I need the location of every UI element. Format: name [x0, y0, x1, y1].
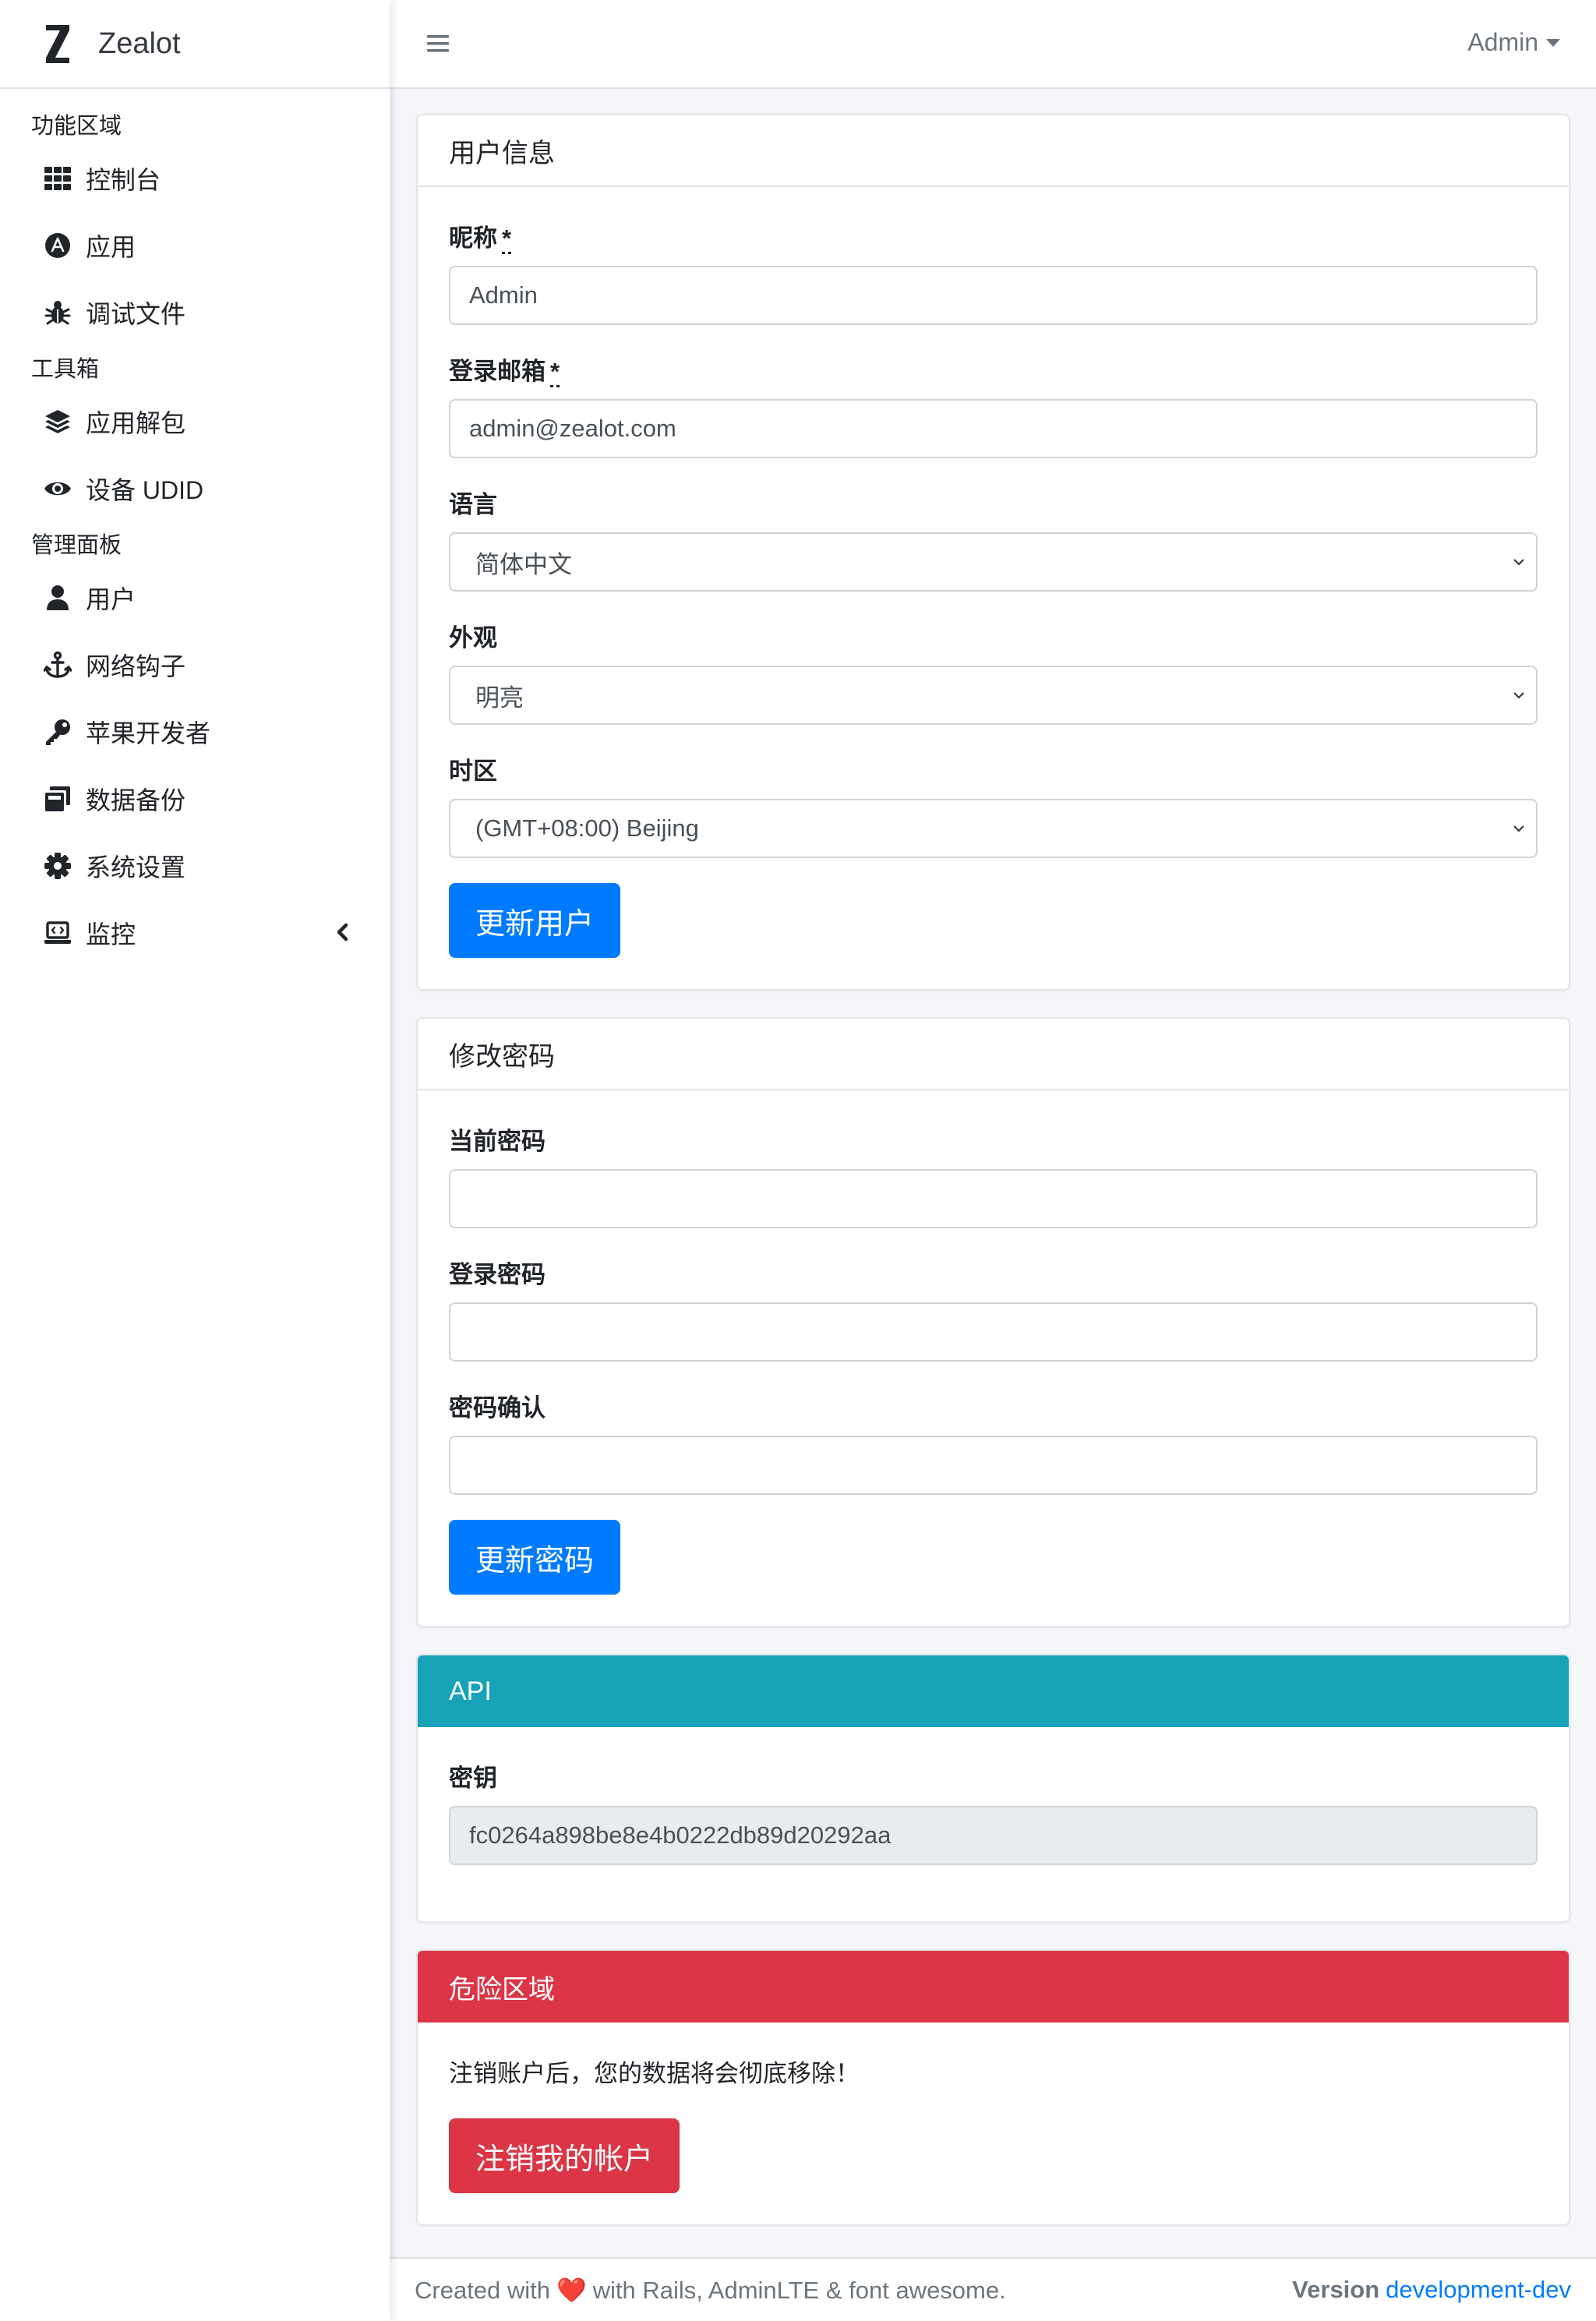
eye-icon	[42, 473, 73, 504]
nav-header-features: 功能区域	[31, 114, 122, 139]
sidebar-item-label: 控制台	[86, 166, 161, 194]
version-link[interactable]: development-dev	[1386, 2276, 1571, 2303]
card-title: 用户信息	[418, 115, 1569, 187]
sidebar-item-label: 用户	[86, 585, 136, 613]
bug-icon	[42, 297, 73, 328]
nickname-label: 昵称 *	[449, 218, 1538, 254]
sidebar-item-label: 设备 UDID	[86, 476, 204, 504]
new-password-label: 登录密码	[449, 1261, 546, 1288]
api-key-label: 密钥	[449, 1765, 497, 1792]
confirm-password-label: 密码确认	[449, 1394, 546, 1422]
sidebar-item-backups[interactable]: 数据备份	[0, 765, 390, 832]
required-mark: *	[502, 224, 512, 254]
sidebar-item-label: 调试文件	[86, 300, 186, 328]
user-name: Admin	[1467, 28, 1538, 56]
nickname-label-text: 昵称	[449, 224, 497, 252]
sidebar-item-label: 应用解包	[86, 409, 186, 437]
brand-name: Zealot	[98, 26, 181, 60]
footer: Created with ❤️ with Rails, AdminLTE & fon…	[390, 2257, 1596, 2321]
chevron-down-icon	[1513, 825, 1524, 832]
layers-icon	[42, 406, 73, 437]
user-dropdown[interactable]: Admin	[1467, 28, 1560, 57]
zealot-logo-icon	[44, 22, 72, 65]
email-label-text: 登录邮箱	[449, 358, 546, 385]
confirm-password-input[interactable]	[449, 1436, 1538, 1495]
timezone-select[interactable]: (GMT+08:00) Beijing	[449, 799, 1538, 858]
email-input[interactable]: admin@zealot.com	[449, 399, 1538, 458]
nav-header-toolbox: 工具箱	[31, 357, 100, 382]
sidebar-item-settings[interactable]: 系统设置	[0, 832, 390, 899]
sidebar-item-label: 监控	[86, 920, 136, 949]
card-title: 危险区域	[418, 1951, 1569, 2022]
chevron-down-icon	[1513, 692, 1524, 699]
current-password-input[interactable]	[449, 1169, 1538, 1228]
timezone-label: 时区	[449, 758, 497, 785]
footer-version: Version development-dev	[1292, 2276, 1571, 2304]
appearance-label: 外观	[449, 624, 497, 652]
key-icon	[42, 716, 73, 747]
update-user-button[interactable]: 更新用户	[449, 883, 621, 958]
top-navbar: Admin	[390, 0, 1596, 89]
copy-icon	[42, 783, 73, 814]
sidebar-item-label: 苹果开发者	[86, 719, 211, 747]
card-title: 修改密码	[418, 1019, 1569, 1090]
th-icon	[42, 163, 73, 194]
api-card: API 密钥 fc0264a898be8e4b0222db89d20292aa	[416, 1654, 1570, 1923]
sidebar-item-dashboard[interactable]: 控制台	[0, 145, 390, 212]
sidebar-item-webhooks[interactable]: 网络钩子	[0, 631, 390, 698]
sidebar-item-users[interactable]: 用户	[0, 564, 390, 631]
sidebar-item-label: 网络钩子	[86, 652, 186, 680]
laptop-code-icon	[42, 917, 73, 949]
sidebar-item-device-udid[interactable]: 设备 UDID	[0, 455, 390, 522]
heart-icon: ❤️	[556, 2276, 587, 2304]
sidebar-item-apple-developer[interactable]: 苹果开发者	[0, 698, 390, 765]
sidebar-item-apps[interactable]: 应用	[0, 212, 390, 279]
sidebar-item-label: 系统设置	[86, 853, 186, 881]
chevron-down-icon	[1513, 559, 1524, 566]
footer-created-prefix: Created with	[415, 2276, 551, 2304]
anchor-icon	[42, 649, 73, 680]
user-icon	[42, 582, 73, 613]
caret-down-icon	[1546, 38, 1560, 47]
app-store-icon	[42, 230, 73, 261]
email-label: 登录邮箱 *	[449, 352, 1538, 387]
language-select[interactable]: 简体中文	[449, 532, 1538, 592]
language-label: 语言	[449, 491, 497, 518]
card-title: API	[418, 1655, 1569, 1727]
danger-warning-text: 注销账户后，您的数据将会彻底移除！	[449, 2060, 860, 2087]
brand-link[interactable]: Zealot	[0, 0, 390, 89]
change-password-card: 修改密码 当前密码 登录密码 密码确认 更新密码	[416, 1017, 1570, 1627]
nickname-input[interactable]: Admin	[449, 266, 1538, 325]
delete-account-button[interactable]: 注销我的帐户	[449, 2118, 680, 2193]
sidebar: Zealot 功能区域 控制台 应用 调试文件 工具箱 应用解包 设备 UDID…	[0, 0, 390, 2321]
footer-credits: Created with ❤️ with Rails, AdminLTE & fon…	[415, 2276, 1006, 2305]
main-content: 用户信息 昵称 * Admin 登录邮箱 * admin@zealot.com 语言…	[416, 114, 1570, 2252]
hamburger-menu-icon[interactable]	[425, 31, 450, 56]
appearance-select[interactable]: 明亮	[449, 666, 1538, 725]
version-label: Version	[1292, 2276, 1380, 2303]
update-password-button[interactable]: 更新密码	[449, 1520, 621, 1595]
sidebar-item-debug-files[interactable]: 调试文件	[0, 279, 390, 346]
gear-icon	[42, 850, 73, 881]
chevron-left-icon[interactable]	[334, 923, 352, 941]
new-password-input[interactable]	[449, 1302, 1538, 1362]
required-mark: *	[550, 358, 560, 387]
api-key-field[interactable]: fc0264a898be8e4b0222db89d20292aa	[449, 1806, 1538, 1865]
current-password-label: 当前密码	[449, 1128, 546, 1155]
footer-created-suffix: with Rails, AdminLTE & font awesome.	[592, 2276, 1006, 2304]
danger-zone-card: 危险区域 注销账户后，您的数据将会彻底移除！ 注销我的帐户	[416, 1949, 1570, 2226]
sidebar-item-label: 数据备份	[86, 786, 186, 814]
sidebar-item-app-parser[interactable]: 应用解包	[0, 388, 390, 455]
nav-header-admin: 管理面板	[31, 533, 122, 558]
sidebar-item-monitoring[interactable]: 监控	[0, 899, 390, 966]
sidebar-item-label: 应用	[86, 233, 136, 261]
user-info-card: 用户信息 昵称 * Admin 登录邮箱 * admin@zealot.com 语言…	[416, 114, 1570, 991]
